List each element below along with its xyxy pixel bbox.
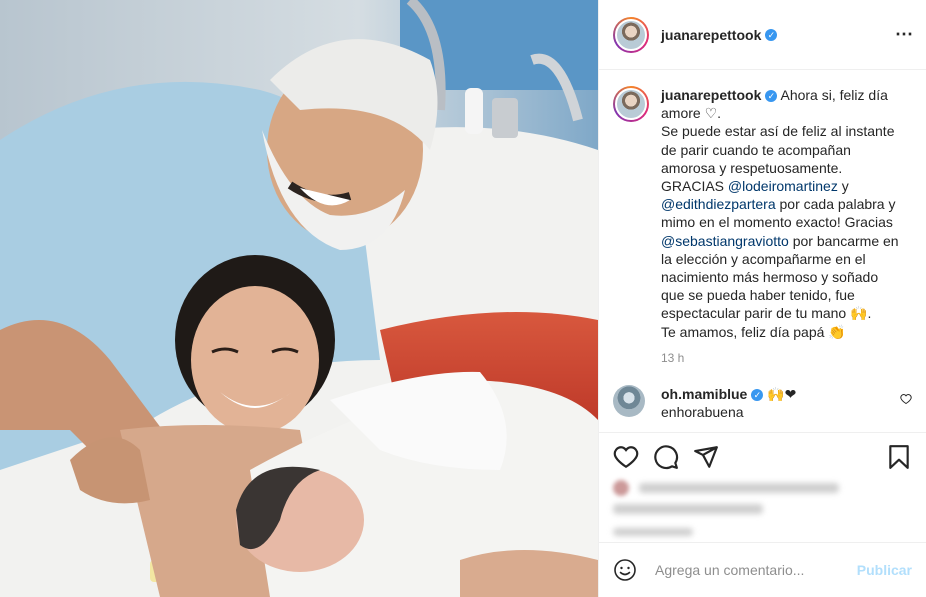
more-options-icon[interactable]: ⋯ — [895, 24, 914, 45]
comments-scroll-area[interactable]: juanarepettook ✓ Ahora si, feliz día amor… — [599, 70, 926, 430]
caption-author-avatar[interactable] — [613, 86, 649, 122]
caption-gracias: GRACIAS — [661, 178, 728, 195]
caption-y: y — [837, 178, 849, 195]
caption-line-5: Te amamos, feliz día papá 👏 — [661, 323, 846, 340]
caption-timestamp[interactable]: 13 h — [661, 351, 912, 365]
comment-like-icon[interactable] — [900, 393, 912, 408]
caption-username[interactable]: juanarepettook — [661, 87, 761, 103]
post-actions-bar — [599, 432, 926, 480]
post-caption: juanarepettook ✓ Ahora si, feliz día amor… — [613, 86, 912, 341]
caption-verified-badge-icon: ✓ — [765, 90, 778, 102]
post-modal: juanarepettook ✓ ⋯ juanarepettook ✓ Ahora… — [0, 0, 926, 597]
author-avatar[interactable] — [613, 16, 649, 53]
post-photo[interactable] — [0, 0, 598, 597]
bookmark-icon[interactable] — [886, 444, 912, 470]
caption-line-2: Se puede estar así de feliz al instante … — [661, 123, 895, 176]
comment-text: oh.mamiblue ✓ 🙌❤ enhorabuena — [661, 385, 796, 421]
mention-lodeiromartinez[interactable]: @lodeiromartinez — [728, 178, 838, 194]
photo-illustration — [0, 0, 598, 597]
emoji-icon[interactable] — [613, 558, 637, 582]
publish-button[interactable]: Publicar — [857, 562, 912, 578]
heart-icon[interactable] — [613, 444, 639, 470]
commenter-avatar[interactable] — [613, 384, 645, 417]
comment-icon[interactable] — [653, 444, 679, 470]
mention-sebastiangraviotto[interactable]: @sebastiangraviotto — [661, 233, 789, 249]
comment-item: oh.mamiblue ✓ 🙌❤ enhorabuena — [613, 384, 912, 421]
add-comment-bar: Publicar — [599, 542, 926, 597]
mention-edithdiezpartera[interactable]: @edithdiezpartera — [661, 196, 776, 212]
post-header: juanarepettook ✓ ⋯ — [599, 0, 926, 70]
commenter-username[interactable]: oh.mamiblue — [661, 386, 747, 402]
likes-summary-blurred — [613, 480, 839, 536]
post-sidebar: juanarepettook ✓ ⋯ juanarepettook ✓ Ahora… — [598, 0, 926, 597]
comment-input[interactable] — [653, 561, 847, 579]
comment-body: enhorabuena — [661, 403, 744, 420]
author-username[interactable]: juanarepettook — [661, 27, 761, 43]
commenter-verified-badge-icon: ✓ — [751, 388, 764, 401]
verified-badge-icon: ✓ — [765, 28, 778, 41]
share-icon[interactable] — [693, 444, 719, 470]
comment-emojis: 🙌❤ — [767, 385, 797, 402]
caption-text: juanarepettook ✓ Ahora si, feliz día amor… — [661, 86, 901, 341]
